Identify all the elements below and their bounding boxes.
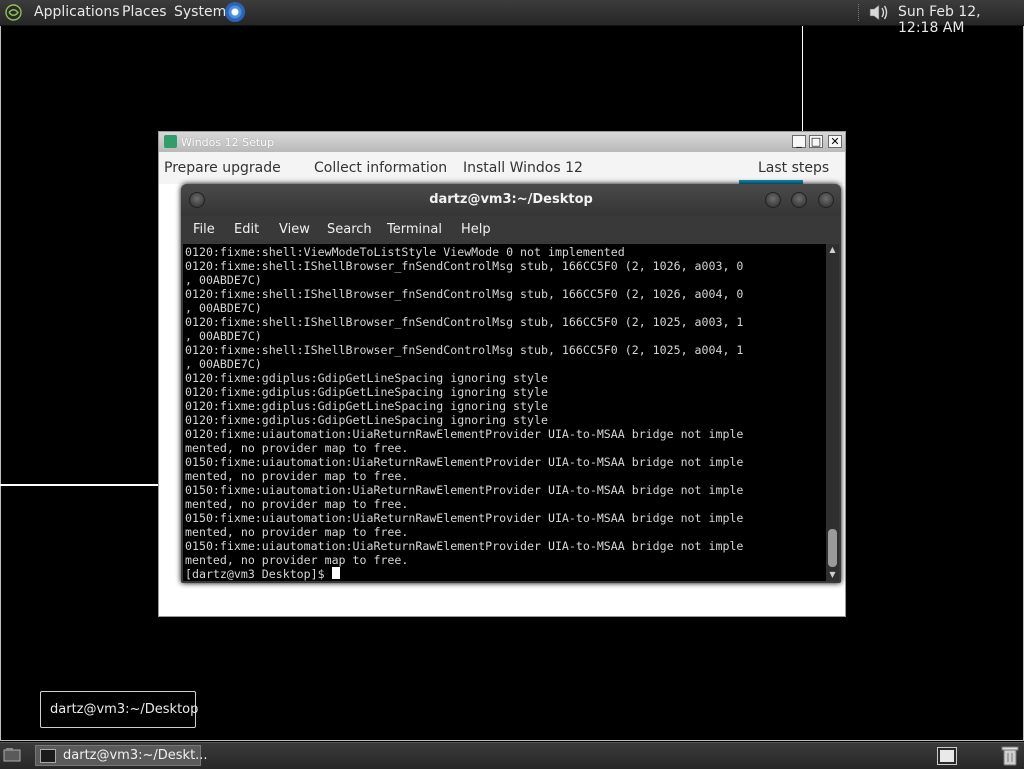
menu-file[interactable]: File — [193, 222, 215, 237]
terminal-line: 0120:fixme:shell:IShellBrowser_fnSendCon… — [185, 259, 744, 273]
step-install: Install Windos 12 — [463, 160, 583, 176]
terminal-line: mented, no provider map to free. — [185, 441, 409, 455]
taskbar-item-terminal[interactable]: dartz@vm3:~/Deskt... — [35, 745, 208, 766]
setup-titlebar[interactable]: Windos 12 Setup _ □ ✕ — [159, 132, 845, 152]
terminal-lines: 0120:fixme:shell:ViewModeToListStyle Vie… — [185, 245, 743, 581]
terminal-close-button[interactable] — [818, 192, 834, 208]
scroll-down-icon[interactable]: ▼ — [826, 569, 839, 581]
terminal-line: , 00ABDE7C) — [185, 301, 262, 315]
taskbar-item-label: dartz@vm3:~/Deskt... — [63, 748, 208, 763]
terminal-line: mented, no provider map to free. — [185, 553, 409, 567]
terminal-line: mented, no provider map to free. — [185, 497, 409, 511]
top-panel: Applications Places System Sun Feb 12, 1… — [0, 0, 1024, 36]
terminal-line: mented, no provider map to free. — [185, 525, 409, 539]
show-desktop-icon[interactable] — [3, 747, 21, 763]
terminal-line: 0120:fixme:gdiplus:GdipGetLineSpacing ig… — [185, 413, 548, 427]
menu-search[interactable]: Search — [327, 222, 372, 237]
terminal-line: 0150:fixme:uiautomation:UiaReturnRawElem… — [185, 511, 744, 525]
desktop-divider-vertical — [802, 26, 803, 132]
terminal-line: 0120:fixme:gdiplus:GdipGetLineSpacing ig… — [185, 371, 548, 385]
terminal-window: dartz@vm3:~/Desktop File Edit View Searc… — [181, 184, 841, 583]
text-cursor — [331, 567, 340, 579]
mate-logo-icon[interactable] — [5, 4, 22, 21]
step-prepare-upgrade: Prepare upgrade — [164, 160, 281, 176]
terminal-line: 0120:fixme:gdiplus:GdipGetLineSpacing ig… — [185, 385, 548, 399]
menu-edit[interactable]: Edit — [234, 222, 259, 237]
terminal-title: dartz@vm3:~/Desktop — [429, 192, 593, 207]
menu-places[interactable]: Places — [122, 4, 167, 20]
scrollbar-thumb[interactable] — [828, 529, 837, 567]
panel-separator — [858, 4, 861, 21]
terminal-line: 0150:fixme:uiautomation:UiaReturnRawElem… — [185, 539, 744, 553]
close-button[interactable]: ✕ — [828, 135, 842, 148]
desktop-divider-horizontal — [0, 484, 158, 486]
maximize-button[interactable]: □ — [809, 135, 823, 148]
minimize-button[interactable]: _ — [792, 135, 806, 148]
menu-view[interactable]: View — [279, 222, 310, 237]
scroll-up-icon[interactable]: ▲ — [826, 244, 839, 256]
terminal-maximize-button[interactable] — [791, 192, 807, 208]
menu-help[interactable]: Help — [461, 222, 491, 237]
terminal-titlebar[interactable]: dartz@vm3:~/Desktop — [181, 184, 841, 216]
setup-window-title: Windos 12 Setup — [181, 136, 275, 149]
terminal-line: , 00ABDE7C) — [185, 329, 262, 343]
terminal-minimize-button[interactable] — [765, 192, 781, 208]
terminal-prompt: [dartz@vm3 Desktop]$ — [185, 567, 332, 581]
workspace-1[interactable] — [940, 750, 954, 762]
trash-icon[interactable] — [1001, 745, 1019, 766]
menu-system[interactable]: System — [174, 4, 226, 20]
taskbar-tooltip: dartz@vm3:~/Desktop — [40, 691, 198, 728]
terminal-line: 0120:fixme:shell:ViewModeToListStyle Vie… — [185, 245, 625, 259]
step-collect-information: Collect information — [314, 160, 448, 176]
terminal-line: , 00ABDE7C) — [185, 357, 262, 371]
setup-app-icon — [164, 135, 177, 148]
step-last-steps: Last steps — [758, 160, 830, 176]
terminal-line: 0150:fixme:uiautomation:UiaReturnRawElem… — [185, 483, 744, 497]
terminal-menubar: File Edit View Search Terminal Help — [181, 216, 841, 244]
workspace-switcher-icon[interactable] — [937, 747, 957, 765]
volume-icon[interactable] — [867, 2, 889, 23]
terminal-scrollbar[interactable]: ▲ ▼ — [826, 244, 839, 581]
terminal-line: , 00ABDE7C) — [185, 273, 262, 287]
terminal-line: 0150:fixme:uiautomation:UiaReturnRawElem… — [185, 455, 744, 469]
menu-applications[interactable]: Applications — [34, 4, 120, 20]
terminal-line: 0120:fixme:shell:IShellBrowser_fnSendCon… — [185, 343, 744, 357]
menu-terminal[interactable]: Terminal — [387, 222, 442, 237]
terminal-line: 0120:fixme:gdiplus:GdipGetLineSpacing ig… — [185, 399, 548, 413]
terminal-output[interactable]: 0120:fixme:shell:ViewModeToListStyle Vie… — [183, 244, 826, 581]
terminal-line: 0120:fixme:shell:IShellBrowser_fnSendCon… — [185, 315, 744, 329]
terminal-line: mented, no provider map to free. — [185, 469, 409, 483]
terminal-line: 0120:fixme:uiautomation:UiaReturnRawElem… — [185, 427, 744, 441]
browser-icon[interactable] — [225, 2, 245, 22]
bottom-panel: dartz@vm3:~/Deskt... — [0, 742, 1024, 769]
setup-steps: Prepare upgrade Collect information Inst… — [159, 152, 845, 184]
terminal-icon — [40, 749, 56, 763]
terminal-line: 0120:fixme:shell:IShellBrowser_fnSendCon… — [185, 287, 744, 301]
